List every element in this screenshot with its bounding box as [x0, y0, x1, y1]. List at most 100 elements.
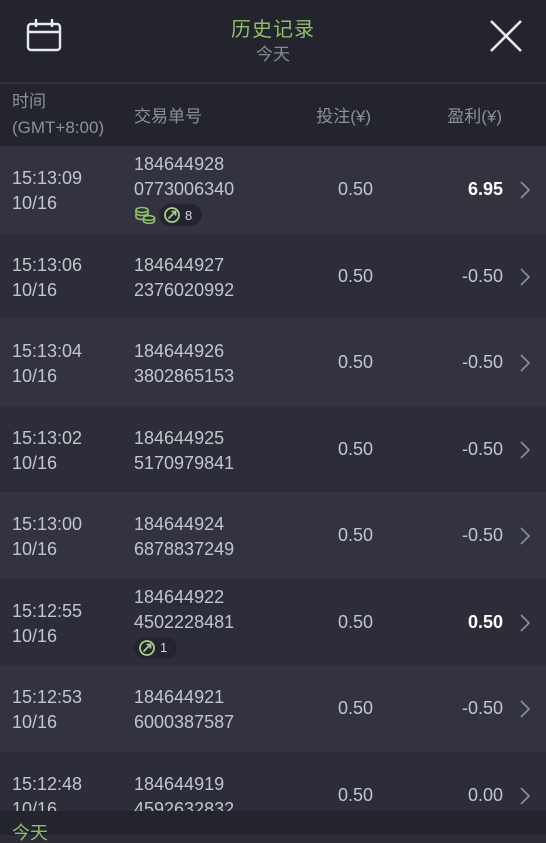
row-badges: 1: [134, 636, 178, 660]
column-bet: 投注(¥): [316, 107, 371, 126]
row-order-part2: 0773006340: [134, 179, 235, 199]
column-time: 时间 (GMT+8:00): [12, 89, 104, 141]
row-time: 15:13:09 10/16: [12, 166, 82, 216]
column-time-zone: (GMT+8:00): [12, 118, 105, 137]
chevron-right-icon[interactable]: [520, 527, 530, 545]
table-row[interactable]: 15:12:53 10/16 184644921 6000387587 0.50…: [0, 665, 546, 752]
footer-today-label: 今天: [12, 823, 48, 843]
chevron-right-icon[interactable]: [520, 354, 530, 372]
row-profit: 0.00: [467, 784, 503, 805]
table-row[interactable]: 15:13:02 10/16 184644925 5170979841 0.50…: [0, 405, 546, 492]
row-time-value: 15:13:02: [12, 427, 83, 448]
table-row[interactable]: 15:13:09 10/16 184644928 0773006340 8 0.…: [0, 146, 546, 233]
chevron-right-icon[interactable]: [520, 181, 530, 199]
row-time: 15:13:02 10/16: [12, 426, 82, 476]
row-bet: 0.50: [337, 265, 373, 286]
row-date-value: 10/16: [12, 366, 58, 386]
history-list[interactable]: 15:13:09 10/16 184644928 0773006340 8 0.…: [0, 146, 546, 811]
row-time-value: 15:12:48: [12, 773, 83, 794]
free-spin-count: 8: [185, 207, 193, 223]
row-order-part1: 184644925: [134, 427, 225, 448]
page-subtitle: 今天: [256, 45, 290, 64]
row-time: 15:12:55 10/16: [12, 599, 82, 649]
free-spin-badge: 8: [159, 204, 203, 226]
free-spin-count: 1: [160, 640, 168, 655]
table-row[interactable]: 15:13:06 10/16 184644927 2376020992 0.50…: [0, 232, 546, 319]
row-order-part1: 184644922: [134, 586, 225, 607]
row-date-value: 10/16: [12, 193, 58, 213]
page-title: 历史记录: [231, 19, 315, 41]
row-order-part2: 6878837249: [134, 539, 235, 559]
row-time: 15:13:06 10/16: [12, 253, 82, 303]
footer-bar: 今天: [0, 811, 546, 843]
row-profit: -0.50: [461, 265, 503, 286]
row-order: 184644927 2376020992: [134, 253, 234, 303]
row-order: 184644921 6000387587: [134, 685, 234, 735]
row-time: 15:13:04 10/16: [12, 339, 82, 389]
chevron-right-icon[interactable]: [520, 267, 530, 286]
row-order-part1: 184644919: [134, 773, 225, 794]
row-time-value: 15:12:55: [12, 600, 83, 621]
column-order: 交易单号: [134, 107, 202, 126]
header-bar: 历史记录 今天: [0, 0, 546, 84]
coin-stack-icon: [135, 206, 156, 225]
row-date-value: 10/16: [12, 712, 58, 732]
row-order: 184644925 5170979841: [134, 426, 234, 476]
row-profit: -0.50: [461, 352, 503, 372]
row-order-part1: 184644927: [134, 254, 225, 275]
chevron-right-icon[interactable]: [520, 700, 530, 718]
table-row[interactable]: 15:13:00 10/16 184644924 6878837249 0.50…: [0, 492, 546, 579]
row-bet: 0.50: [337, 438, 373, 459]
row-profit: 6.95: [467, 179, 503, 199]
row-time-value: 15:13:04: [12, 341, 83, 361]
row-order-part1: 184644924: [134, 514, 225, 534]
row-profit: -0.50: [461, 525, 503, 545]
row-order-part2: 2376020992: [134, 279, 235, 300]
chevron-right-icon[interactable]: [520, 613, 530, 632]
spin-icon: [139, 639, 155, 656]
row-bet: 0.50: [337, 525, 373, 545]
row-bet: 0.50: [337, 698, 373, 718]
row-date-value: 10/16: [12, 539, 58, 559]
column-time-label: 时间: [12, 92, 46, 111]
close-icon[interactable]: [488, 18, 524, 54]
column-header: 时间 (GMT+8:00) 交易单号 投注(¥) 盈利(¥): [0, 84, 546, 146]
table-row[interactable]: 15:12:55 10/16 184644922 4502228481 1 0.…: [0, 578, 546, 665]
row-bet: 0.50: [337, 179, 373, 199]
chevron-right-icon[interactable]: [520, 440, 530, 459]
row-time-value: 15:13:09: [12, 168, 83, 188]
row-profit: 0.50: [467, 611, 503, 632]
row-order: 184644928 0773006340: [134, 152, 234, 202]
column-profit: 盈利(¥): [447, 107, 502, 126]
row-time: 15:12:53 10/16: [12, 685, 82, 735]
row-time: 15:13:00 10/16: [12, 512, 82, 562]
row-date-value: 10/16: [12, 625, 58, 646]
row-date-value: 10/16: [12, 279, 58, 300]
row-order-part2: 3802865153: [134, 366, 235, 386]
row-bet: 0.50: [337, 784, 373, 805]
row-order-part2: 6000387587: [134, 712, 235, 732]
row-time-value: 15:13:00: [12, 514, 83, 534]
chevron-right-icon[interactable]: [520, 786, 530, 805]
row-order: 184644926 3802865153: [134, 339, 234, 389]
spin-icon: [164, 207, 180, 223]
row-order-part1: 184644926: [134, 341, 225, 361]
row-time-value: 15:13:06: [12, 254, 83, 275]
row-profit: -0.50: [461, 698, 503, 718]
free-spin-badge: 1: [134, 636, 178, 659]
table-row[interactable]: 15:12:48 10/16 184644919 4592632832 0.50…: [0, 751, 546, 812]
row-bet: 0.50: [337, 611, 373, 632]
row-order-part2: 5170979841: [134, 452, 235, 473]
row-order: 184644919 4592632832: [134, 772, 234, 812]
row-order: 184644924 6878837249: [134, 512, 234, 562]
row-date-value: 10/16: [12, 798, 58, 812]
row-order-part1: 184644928: [134, 154, 225, 174]
row-bet: 0.50: [337, 352, 373, 372]
table-row[interactable]: 15:13:04 10/16 184644926 3802865153 0.50…: [0, 319, 546, 406]
row-order-part1: 184644921: [134, 687, 225, 707]
row-time-value: 15:12:53: [12, 687, 83, 707]
row-time: 15:12:48 10/16: [12, 772, 82, 812]
row-profit: -0.50: [461, 438, 503, 459]
row-order-part2: 4592632832: [134, 798, 235, 812]
row-badges: 8: [134, 203, 203, 227]
